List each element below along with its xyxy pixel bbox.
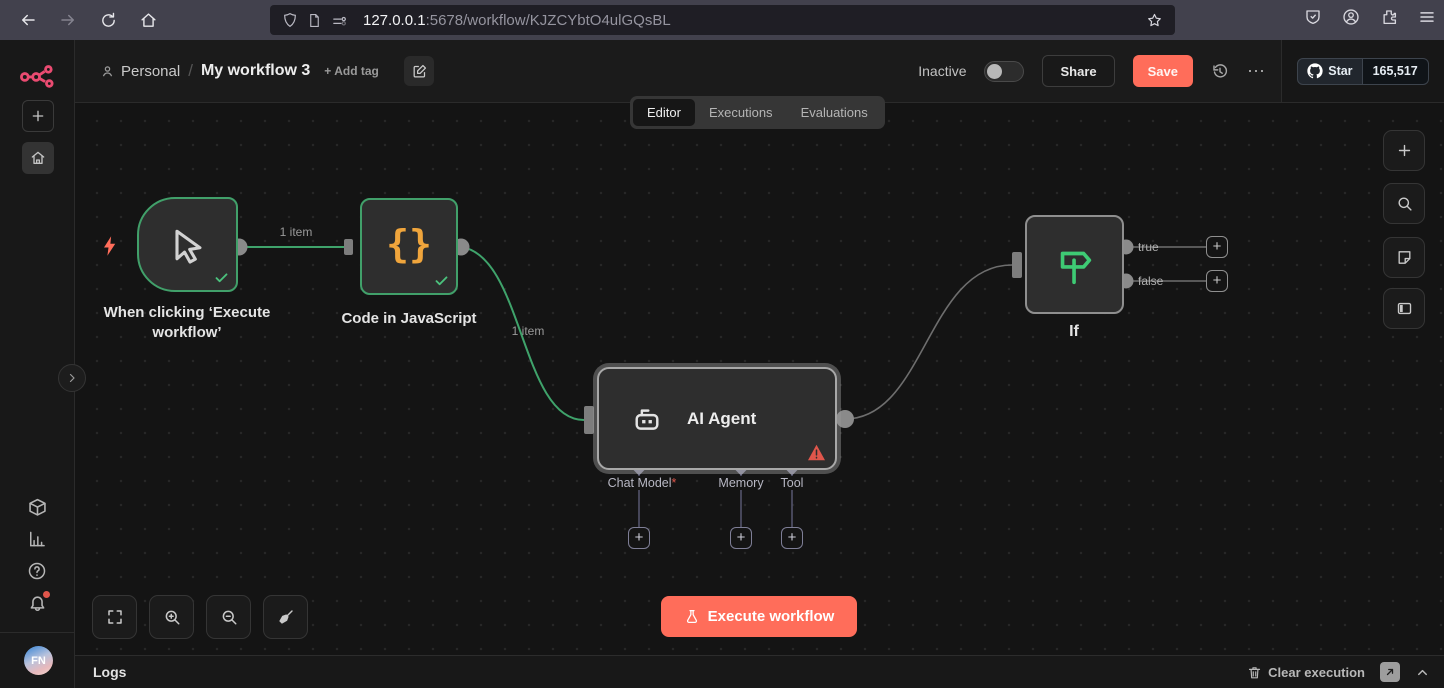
- left-sidebar: FN: [0, 40, 75, 688]
- extensions-icon[interactable]: [1380, 8, 1398, 26]
- permissions-icon[interactable]: [331, 12, 348, 29]
- zoom-out-button[interactable]: [206, 595, 251, 639]
- workflow-name[interactable]: My workflow 3: [201, 62, 310, 80]
- add-chat-model-button[interactable]: +: [628, 527, 650, 549]
- flask-icon: [684, 609, 700, 625]
- bookmark-star-icon[interactable]: [1146, 12, 1163, 29]
- github-star-widget[interactable]: Star 165,517: [1297, 58, 1429, 85]
- more-options-button[interactable]: ⋯: [1247, 61, 1266, 82]
- home-icon[interactable]: [132, 4, 164, 36]
- robot-icon: [629, 401, 665, 437]
- sidebar-footer: FN: [0, 632, 75, 688]
- save-button[interactable]: Save: [1133, 55, 1193, 87]
- history-icon[interactable]: [1211, 62, 1229, 80]
- tab-evaluations[interactable]: Evaluations: [787, 99, 882, 126]
- trigger-bolt-icon: [101, 235, 119, 257]
- warning-icon: [807, 444, 826, 461]
- add-workflow-button[interactable]: [22, 100, 54, 132]
- share-button[interactable]: Share: [1042, 55, 1114, 87]
- port-label-memory: Memory: [715, 476, 766, 490]
- tidy-up-button[interactable]: [263, 595, 308, 639]
- person-icon: [100, 64, 115, 79]
- github-section: Star 165,517: [1281, 40, 1444, 102]
- logs-title: Logs: [93, 664, 126, 680]
- github-star-count: 165,517: [1363, 58, 1429, 85]
- overview-home-button[interactable]: [22, 142, 54, 174]
- github-icon: [1307, 63, 1323, 79]
- node-ai-agent[interactable]: AI Agent: [597, 367, 837, 470]
- reload-icon[interactable]: [92, 4, 124, 36]
- search-button[interactable]: [1383, 183, 1425, 224]
- logs-panel-button[interactable]: [1383, 288, 1425, 329]
- add-tag-button[interactable]: + Add tag: [324, 64, 379, 78]
- collapse-logs-chevron-icon[interactable]: [1415, 665, 1430, 680]
- add-memory-button[interactable]: +: [730, 527, 752, 549]
- trash-icon: [1247, 665, 1262, 680]
- node-label-if: If: [1024, 321, 1124, 343]
- zoom-in-button[interactable]: [149, 595, 194, 639]
- breadcrumb-separator: /: [188, 61, 193, 81]
- sticky-note-button[interactable]: [1383, 237, 1425, 278]
- n8n-logo: [19, 60, 57, 92]
- execute-workflow-button[interactable]: Execute workflow: [661, 596, 857, 637]
- cursor-icon: [166, 223, 210, 267]
- notification-dot: [43, 591, 50, 598]
- forward-icon[interactable]: [52, 4, 84, 36]
- node-code[interactable]: {}: [360, 198, 458, 295]
- templates-icon[interactable]: [27, 497, 48, 518]
- menu-icon[interactable]: [1418, 8, 1436, 26]
- node-title-ai-agent: AI Agent: [687, 409, 756, 429]
- success-check-icon: [434, 273, 449, 288]
- port-label-tool: Tool: [778, 476, 807, 490]
- clear-execution-button[interactable]: Clear execution: [1247, 665, 1365, 680]
- add-node-true-button[interactable]: +: [1206, 236, 1228, 258]
- tab-editor[interactable]: Editor: [633, 99, 695, 126]
- edge-item-count: 1 item: [270, 225, 322, 239]
- add-node-button[interactable]: [1383, 130, 1425, 171]
- node-if[interactable]: [1025, 215, 1124, 314]
- workflow-header: Personal / My workflow 3 + Add tag Inact…: [75, 40, 1444, 103]
- success-check-icon: [214, 270, 229, 285]
- tracking-shield-icon[interactable]: [1304, 8, 1322, 26]
- page-info-icon[interactable]: [307, 13, 322, 28]
- sidebar-collapse-button[interactable]: [58, 364, 86, 392]
- code-braces-icon: {}: [386, 222, 432, 266]
- help-icon[interactable]: [27, 561, 47, 581]
- project-breadcrumb[interactable]: Personal: [100, 63, 180, 80]
- url-text: 127.0.0.1:5678/workflow/KJZCYbtO4ulGQsBL: [363, 12, 671, 29]
- logs-panel-header[interactable]: Logs Clear execution: [75, 655, 1444, 688]
- add-node-false-button[interactable]: +: [1206, 270, 1228, 292]
- output-label-false: false: [1138, 274, 1163, 288]
- address-bar[interactable]: 127.0.0.1:5678/workflow/KJZCYbtO4ulGQsBL: [270, 5, 1175, 35]
- shield-icon: [282, 12, 298, 28]
- edit-workflow-button[interactable]: [404, 56, 434, 86]
- output-label-true: true: [1138, 240, 1159, 254]
- workflow-canvas[interactable]: When clicking ‘Execute workflow’ {} Code…: [75, 103, 1444, 655]
- back-icon[interactable]: [12, 4, 44, 36]
- node-label-trigger: When clicking ‘Execute workflow’: [71, 303, 303, 344]
- popout-icon: [1384, 666, 1396, 678]
- edit-icon: [412, 64, 427, 79]
- github-star-label: Star: [1328, 64, 1352, 78]
- edge-item-count: 1 item: [502, 324, 554, 338]
- tab-executions[interactable]: Executions: [695, 99, 787, 126]
- view-tabs: Editor Executions Evaluations: [630, 96, 885, 129]
- node-manual-trigger[interactable]: [137, 197, 238, 292]
- notifications-bell-icon[interactable]: [27, 593, 48, 614]
- open-logs-popout-button[interactable]: [1380, 662, 1400, 682]
- add-tool-button[interactable]: +: [781, 527, 803, 549]
- browser-toolbar: 127.0.0.1:5678/workflow/KJZCYbtO4ulGQsBL: [0, 0, 1444, 40]
- active-toggle[interactable]: [984, 61, 1024, 82]
- status-label: Inactive: [918, 63, 966, 79]
- breadcrumb: Personal / My workflow 3 + Add tag: [100, 40, 379, 102]
- port-label-chat-model: Chat Model*: [605, 476, 680, 490]
- zoom-to-fit-button[interactable]: [92, 595, 137, 639]
- avatar[interactable]: FN: [24, 646, 53, 675]
- account-icon[interactable]: [1342, 8, 1360, 26]
- signpost-icon: [1052, 242, 1098, 288]
- insights-icon[interactable]: [27, 529, 47, 549]
- node-label-code: Code in JavaScript: [309, 309, 509, 329]
